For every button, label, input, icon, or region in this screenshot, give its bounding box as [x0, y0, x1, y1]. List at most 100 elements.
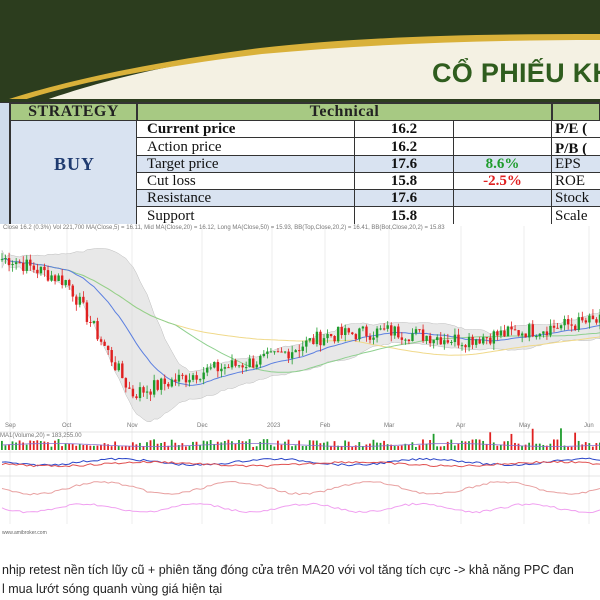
candle-body — [287, 351, 290, 359]
volume-bar — [206, 441, 209, 450]
candle-body — [354, 334, 358, 340]
volume-bar — [489, 432, 492, 450]
row-value: 15.8 — [355, 173, 454, 189]
strategy-header: STRATEGY — [10, 103, 137, 121]
candle-body — [393, 326, 396, 336]
volume-bar — [439, 446, 442, 450]
candle-body — [280, 351, 283, 353]
month-label: Nov — [127, 423, 138, 429]
volume-bar — [418, 445, 421, 450]
volume-bar — [305, 446, 308, 450]
candle-body — [499, 330, 503, 336]
volume-bar — [277, 440, 279, 450]
candle-body — [510, 326, 513, 330]
volume-bar — [422, 439, 424, 450]
volume-bar — [231, 441, 233, 450]
volume-bar — [333, 441, 336, 450]
row-percent — [454, 138, 552, 155]
volume-bar — [25, 444, 28, 450]
volume-bar — [319, 443, 322, 450]
candle-body — [32, 265, 36, 270]
candle-body — [177, 374, 181, 382]
candle-body — [96, 321, 99, 340]
candle-body — [333, 336, 336, 342]
volume-bar — [135, 444, 138, 450]
volume-bar — [100, 444, 102, 450]
volume-bar — [93, 445, 95, 450]
volume-bar — [538, 443, 541, 450]
candle-body — [538, 333, 542, 337]
candle-body — [160, 378, 163, 390]
volume-bar — [4, 445, 7, 450]
candle-body — [18, 262, 21, 264]
row-metric: EPS — [555, 156, 581, 172]
row-label: Resistance — [137, 190, 355, 206]
candle-body — [152, 380, 156, 395]
candle-body — [216, 361, 220, 372]
table-row-resistance: Resistance 17.6 Stock — [137, 190, 600, 207]
candle-body — [581, 317, 584, 321]
volume-bar — [241, 441, 244, 450]
candle-body — [75, 296, 78, 305]
candle-body — [517, 330, 520, 336]
candle-body — [474, 339, 478, 345]
candle-body — [124, 378, 128, 388]
volume-bar — [128, 446, 131, 450]
candle-body — [223, 367, 227, 369]
candle-body — [181, 374, 184, 376]
row-label: Action price — [137, 138, 355, 155]
candle-body — [121, 363, 124, 379]
rsi-line — [1, 480, 600, 496]
volume-bar — [453, 445, 456, 450]
candle-body — [188, 379, 191, 383]
volume-bar — [273, 446, 276, 450]
candle-body — [492, 331, 496, 344]
volume-bar — [269, 444, 272, 450]
candle-body — [99, 339, 103, 342]
candle-body — [464, 345, 467, 348]
volume-bar — [556, 439, 559, 450]
candle-body — [418, 329, 421, 331]
candle-body — [319, 331, 322, 346]
volume-bar — [574, 432, 577, 450]
volume-bar — [287, 439, 290, 450]
volume-bar — [18, 440, 21, 450]
volume-bar — [78, 444, 81, 450]
candle-body — [156, 380, 159, 390]
month-label: Sep — [5, 423, 16, 429]
volume-bar — [542, 444, 545, 450]
volume-bar — [252, 446, 255, 450]
candle-body — [407, 339, 411, 342]
volume-bar — [358, 442, 361, 450]
volume-bar — [570, 446, 573, 450]
candle-body — [85, 302, 89, 322]
volume-bar — [223, 440, 226, 450]
candle-body — [301, 346, 304, 351]
month-label: Oct — [62, 423, 72, 429]
volume-bar — [496, 445, 499, 450]
candle-body — [545, 331, 549, 336]
technical-header: Technical — [137, 103, 552, 121]
candle-body — [294, 350, 297, 353]
row-label: Support — [137, 207, 355, 224]
candle-body — [542, 331, 545, 334]
volume-bar — [514, 442, 516, 450]
candle-body — [351, 332, 354, 335]
volume-bar — [149, 440, 152, 450]
volume-bar — [468, 441, 470, 450]
volume-bar — [103, 443, 106, 450]
candle-body — [7, 258, 11, 266]
volume-bar — [170, 439, 173, 450]
candle-body — [478, 339, 481, 344]
volume-bar — [199, 445, 201, 450]
volume-bar — [185, 446, 187, 450]
candle-body — [128, 387, 131, 389]
volume-bar — [280, 444, 283, 450]
candle-body — [220, 368, 223, 372]
candle-body — [43, 266, 46, 271]
row-percent: -2.5% — [454, 173, 552, 189]
candle-body — [453, 334, 457, 343]
candle-body — [71, 285, 74, 297]
candle-body — [390, 325, 393, 336]
candle-body — [117, 363, 120, 371]
